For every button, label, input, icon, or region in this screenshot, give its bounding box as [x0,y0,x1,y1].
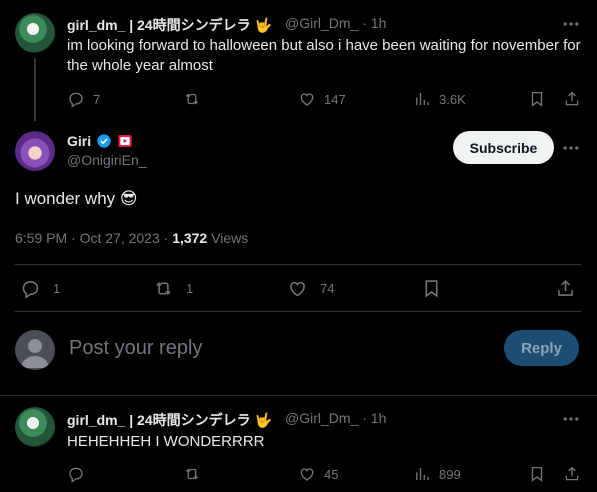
repost-icon [185,468,199,480]
user-avatar[interactable] [15,330,55,370]
reply-icon [69,467,83,483]
more-icon[interactable] [561,138,581,158]
views-label: Views [207,230,249,246]
author-handle[interactable]: @Girl_Dm_ · 1h [285,15,386,31]
share-icon [565,91,579,106]
view-count: 3.6K [439,91,466,107]
subscribe-button[interactable]: Subscribe [453,131,554,164]
tweet-meta: 6:59 PM · Oct 27, 2023 · 1,372 Views [15,230,248,246]
repost-count: 1 [186,281,194,296]
bookmark-action[interactable] [528,90,546,108]
share-icon [558,279,573,296]
author-name[interactable]: girl_dm_ | 24時間シンデレラ 🤟 [67,410,272,430]
bookmark-action[interactable] [528,465,546,483]
tweet-text: I wonder why 😎 [15,189,138,208]
author-name[interactable]: Giri [67,133,91,149]
repost-action[interactable] [183,465,201,483]
avatar[interactable] [15,131,55,171]
tweet-text: im looking forward to halloween but also… [67,37,581,74]
reply-action[interactable] [67,465,85,483]
like-action[interactable]: 147 [298,90,346,108]
heart-icon [300,468,314,481]
avatar[interactable] [15,407,55,447]
author-name[interactable]: girl_dm_ | 24時間シンデレラ 🤟 [67,15,272,35]
view-count: 899 [439,466,461,482]
views-action[interactable]: 899 [413,465,461,483]
bookmark-action[interactable] [421,278,442,299]
more-icon[interactable] [561,14,581,34]
thread-line [34,58,36,121]
repost-action[interactable]: 1 [153,278,193,299]
handle-text[interactable]: @Girl_Dm_ [285,410,358,426]
post-time[interactable]: · 1h [362,15,386,31]
repost-icon [156,282,171,295]
reply-action[interactable]: 7 [67,90,100,108]
views-icon [416,93,429,105]
share-icon [565,466,579,481]
timestamp[interactable]: 6:59 PM · Oct 27, 2023 · [15,230,172,246]
reply-button[interactable]: Reply [504,330,579,366]
default-avatar-icon [21,339,49,368]
avatar[interactable] [15,13,55,53]
verified-badge-icon [97,134,111,148]
views-action[interactable]: 3.6K [413,90,466,108]
like-count: 147 [324,91,346,107]
reply-icon [22,281,39,299]
bookmark-icon [425,280,438,298]
share-action[interactable] [563,465,581,483]
views-icon [416,468,429,480]
reply-action[interactable]: 1 [20,278,60,299]
repost-action[interactable] [183,90,201,108]
reply-input[interactable]: Post your reply [69,337,489,360]
tweet-text: HEHEHHEH I WONDERRRR [67,433,265,450]
bookmark-icon [531,91,543,107]
like-count: 45 [324,466,339,482]
handle-text[interactable]: @Girl_Dm_ [285,15,358,31]
share-action[interactable] [563,90,581,108]
view-count: 1,372 [172,230,208,246]
divider [0,395,597,396]
more-icon[interactable] [561,409,581,429]
author-row: Giri [67,133,133,149]
heart-icon [290,281,305,297]
divider [15,264,581,265]
bookmark-icon [531,466,543,482]
author-handle[interactable]: @OnigiriEn_ [67,152,147,168]
post-time[interactable]: · 1h [362,410,386,426]
author-handle[interactable]: @Girl_Dm_ · 1h [285,410,386,426]
affiliate-badge-icon [118,135,132,147]
share-action[interactable] [555,278,576,299]
reply-count: 1 [53,281,61,296]
like-action[interactable]: 45 [298,465,338,483]
reply-icon [69,92,83,108]
like-action[interactable]: 74 [287,278,334,299]
heart-icon [300,93,314,106]
reply-count: 7 [93,91,101,107]
divider [15,311,581,312]
like-count: 74 [320,281,335,296]
repost-icon [185,93,199,105]
